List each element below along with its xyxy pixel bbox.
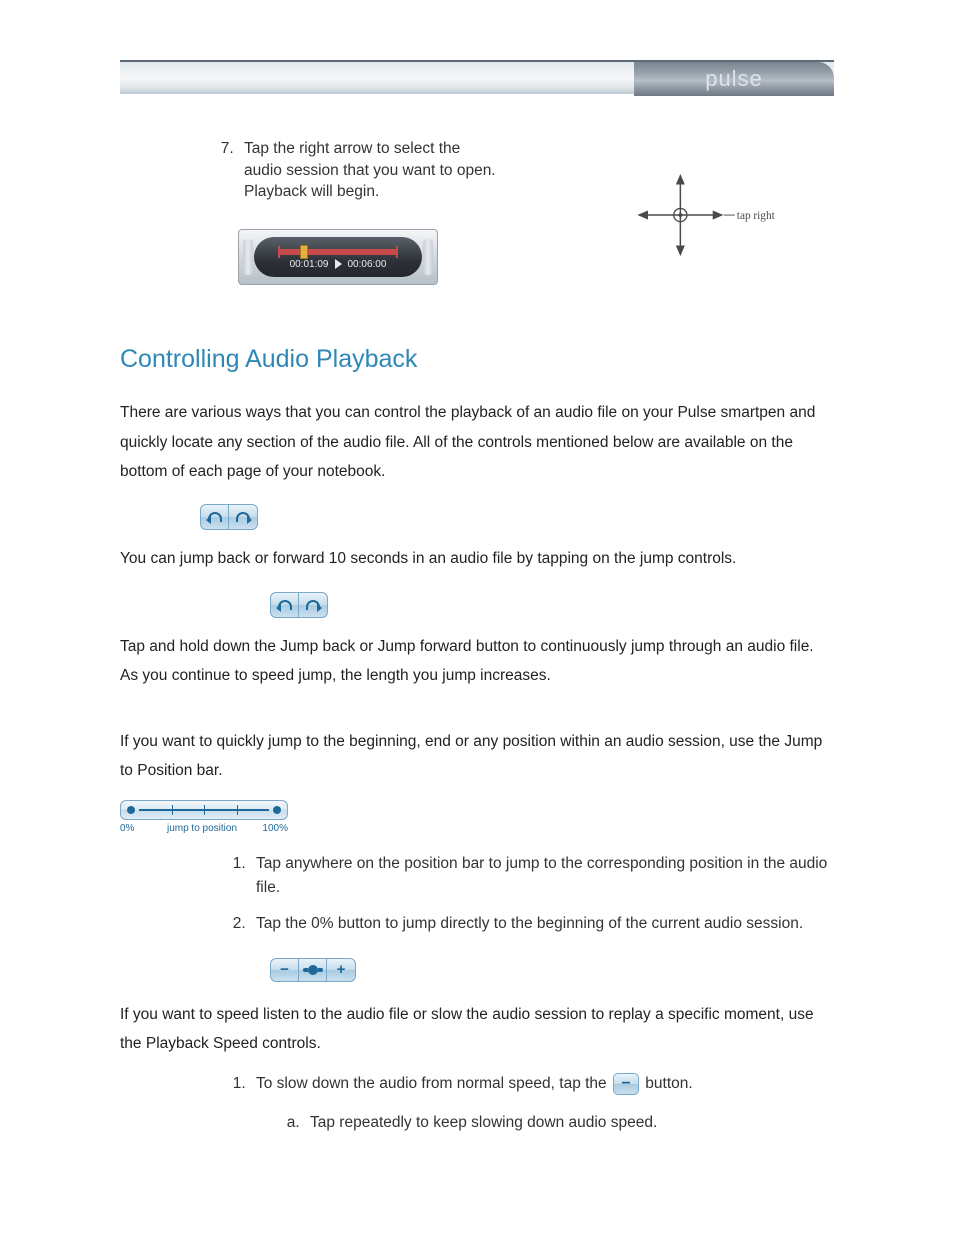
position-100-button — [273, 806, 281, 814]
nav-hint-label: tap right — [737, 210, 776, 222]
position-label-0: 0% — [120, 823, 148, 834]
play-icon — [335, 259, 342, 269]
jump-back-icon — [271, 593, 299, 617]
section-title: Controlling Audio Playback — [120, 345, 834, 374]
speed-plus-icon: + — [327, 959, 355, 981]
speed-normal-icon — [299, 959, 327, 981]
speed-substep-a: Tap repeatedly to keep slowing down audi… — [304, 1111, 834, 1135]
jump-forward-icon — [229, 505, 257, 529]
position-label-100: 100% — [256, 823, 288, 834]
position-label-mid: jump to position — [148, 823, 256, 834]
position-intro: If you want to quickly jump to the begin… — [120, 727, 834, 786]
page-header: pulse — [120, 60, 834, 94]
speed-step-1-text-b: button. — [641, 1075, 693, 1092]
speed-minus-icon: − — [271, 959, 299, 981]
brand-logo: pulse — [634, 62, 834, 96]
position-0-button — [127, 806, 135, 814]
player-elapsed-time: 00:01:09 — [290, 259, 329, 270]
speed-step-1-text-a: To slow down the audio from normal speed… — [256, 1075, 611, 1092]
jump-controls-illustration-1 — [200, 504, 258, 530]
jump-paragraph-2: Tap and hold down the Jump back or Jump … — [120, 632, 834, 691]
speed-intro: If you want to speed listen to the audio… — [120, 1000, 834, 1059]
speed-step-1: To slow down the audio from normal speed… — [250, 1072, 834, 1134]
jump-back-icon — [201, 505, 229, 529]
intro-paragraph: There are various ways that you can cont… — [120, 398, 834, 486]
audio-player-display: 00:01:09 00:06:00 — [238, 229, 438, 285]
position-step-2: Tap the 0% button to jump directly to th… — [250, 912, 834, 936]
player-progress-track — [278, 249, 398, 255]
step-7-text: Tap the right arrow to select the audio … — [238, 138, 500, 203]
position-step-1: Tap anywhere on the position bar to jump… — [250, 852, 834, 900]
playback-speed-controls: − + — [270, 958, 356, 982]
inline-minus-button-icon: − — [613, 1073, 639, 1095]
jump-controls-illustration-2 — [270, 592, 328, 618]
nav-cross-diagram: tap right — [622, 168, 782, 272]
player-total-time: 00:06:00 — [348, 259, 387, 270]
jump-to-position-bar: 0% jump to position 100% — [120, 800, 834, 834]
brand-logo-text: pulse — [705, 66, 763, 92]
jump-forward-icon — [299, 593, 327, 617]
jump-paragraph-1: You can jump back or forward 10 seconds … — [120, 544, 834, 573]
